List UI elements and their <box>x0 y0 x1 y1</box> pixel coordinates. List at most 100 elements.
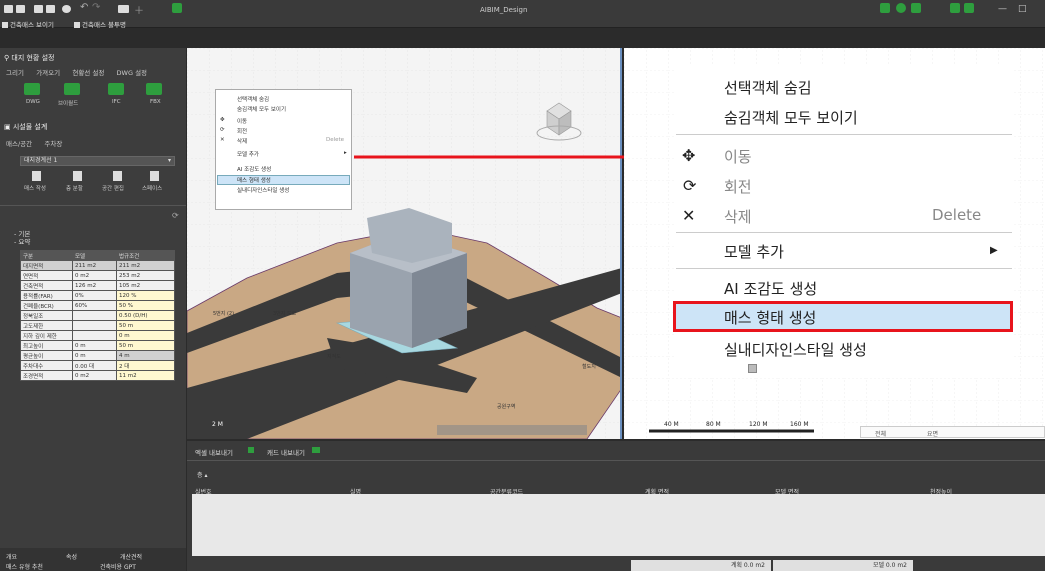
green-tool-icon-2[interactable] <box>896 3 906 13</box>
green-app-icon[interactable] <box>172 3 182 13</box>
table-row[interactable]: 주차대수 0.00 대2 대 <box>20 360 175 371</box>
table-row[interactable]: 대지면적 211 m2 211 m2 <box>20 260 175 271</box>
rule-value[interactable]: 11 m2 <box>116 370 175 381</box>
space-edit-icon[interactable] <box>113 171 122 181</box>
floor-split-icon[interactable] <box>73 171 82 181</box>
tab-parking[interactable]: 주차장 <box>44 140 62 148</box>
rule-value[interactable]: 0 m <box>116 330 175 341</box>
tab-overview[interactable]: 개요 <box>6 552 17 561</box>
refresh-icon[interactable]: ⟳ <box>172 211 179 220</box>
menu-item-add-model[interactable]: 모델 추가 <box>237 150 259 158</box>
mass-recommend-button[interactable]: 매스 유형 추천 <box>6 562 43 571</box>
checkbox-opaque-mass[interactable]: 건축매스 불투명 <box>74 19 126 29</box>
menu-item-move[interactable]: 이동 <box>237 117 247 125</box>
space-icon[interactable] <box>150 171 159 181</box>
cost-gpt-button[interactable]: 건축비용 GPT <box>100 562 136 571</box>
tab-draw[interactable]: 그리기 <box>6 69 24 77</box>
group-summary[interactable]: - 요약 <box>14 236 30 246</box>
mass-create-icon[interactable] <box>32 171 41 181</box>
dropdown-value: 대지경계선 1 <box>24 157 58 164</box>
site-setup-header[interactable]: ⚲ 대지 현황 설정 <box>4 53 54 63</box>
table-row[interactable]: 건폐율(BCR) 60% 50 % <box>20 300 175 311</box>
menu-item-mass-shape[interactable]: 매스 형태 생성 <box>724 307 816 328</box>
table-row[interactable]: 연면적 0 m2 253 m2 <box>20 270 175 281</box>
rule-value[interactable]: 50 % <box>116 300 175 311</box>
menu-item-add-model[interactable]: 모델 추가 <box>724 241 784 262</box>
row-label: 고도제한 <box>20 320 73 331</box>
add-icon[interactable]: ＋ <box>134 2 144 17</box>
boundary-dropdown[interactable]: 대지경계선 1 ▾ <box>20 156 175 166</box>
menu-item-rotate[interactable]: 회전 <box>724 176 752 197</box>
minimize-button[interactable]: — <box>998 4 1007 14</box>
tab-dwg[interactable]: DWG 설정 <box>117 69 148 77</box>
menu-item-move[interactable]: 이동 <box>724 146 752 167</box>
new-file-icon[interactable] <box>4 5 13 13</box>
model-value: 0% <box>72 290 117 301</box>
toolbar-all[interactable]: 전체 <box>875 429 886 438</box>
layout-icon[interactable] <box>118 5 129 13</box>
menu-item-show-all[interactable]: 숨김객체 모두 보이기 <box>237 105 286 113</box>
menu-item-rotate[interactable]: 회전 <box>237 127 247 135</box>
floor-filter[interactable]: 층 ▴ <box>197 470 207 479</box>
excel-export-tab[interactable]: 엑셀 내보내기 <box>195 447 233 457</box>
dwg-button[interactable] <box>24 83 40 95</box>
menu-item-show-all[interactable]: 숨김객체 모두 보이기 <box>724 107 858 128</box>
menu-item-ai-render[interactable]: AI 조감도 생성 <box>237 165 271 173</box>
menu-item-interior-style[interactable]: 실내디자인스타일 생성 <box>724 339 867 360</box>
menu-item-delete[interactable]: 삭제 <box>237 137 247 145</box>
room-grid[interactable] <box>192 494 1045 556</box>
model-value: 60% <box>72 300 117 311</box>
ifc-button[interactable] <box>108 83 124 95</box>
tab-properties[interactable]: 속성 <box>66 552 77 561</box>
toolbar-face[interactable]: 요면 <box>927 429 938 438</box>
viewport-toolbar[interactable] <box>437 425 587 435</box>
green-tool-icon-3[interactable] <box>911 3 921 13</box>
tab-estimate[interactable]: 개산견적 <box>120 552 142 561</box>
rule-value[interactable]: 120 % <box>116 290 175 301</box>
table-row[interactable]: 건축면적 126 m2 105 m2 <box>20 280 175 291</box>
fbx-button[interactable] <box>146 83 162 95</box>
account-icon[interactable] <box>964 3 974 13</box>
user-icon[interactable] <box>950 3 960 13</box>
group-summary-label: 요약 <box>18 238 31 246</box>
save-icon[interactable] <box>34 5 43 13</box>
menu-item-hide[interactable]: 선택객체 숨김 <box>724 77 812 98</box>
table-row[interactable]: 지하 깊이 제한 0 m <box>20 330 175 341</box>
submenu-arrow-icon: ▶ <box>990 245 998 256</box>
vworld-button[interactable] <box>64 83 80 95</box>
scale-tick: 40 M <box>664 421 679 428</box>
green-tool-icon-1[interactable] <box>880 3 890 13</box>
zoom-toolbar[interactable]: 전체 요면 <box>860 426 1045 438</box>
open-folder-icon[interactable] <box>16 5 25 13</box>
tab-mass-space[interactable]: 매스/공간 <box>6 140 32 148</box>
shortcut-label: Delete <box>326 137 345 143</box>
menu-item-hide[interactable]: 선택객체 숨김 <box>237 95 269 103</box>
menu-item-mass-shape[interactable]: 매스 형태 생성 <box>217 175 350 185</box>
rule-value[interactable]: 50 m <box>116 320 175 331</box>
save-as-icon[interactable] <box>46 5 55 13</box>
cad-export-tab[interactable]: 캐드 내보내기 <box>267 447 305 457</box>
menu-item-interior-style[interactable]: 실내디자인스타일 생성 <box>237 186 289 194</box>
table-row[interactable]: 정북일조 0.50 (D/H) <box>20 310 175 321</box>
rule-value[interactable]: 2 대 <box>116 360 175 371</box>
checkbox-show-mass[interactable]: 건축매스 보이기 <box>2 19 54 29</box>
facility-header[interactable]: ▣ 시설물 설계 <box>4 122 47 132</box>
rule-value[interactable]: 50 m <box>116 340 175 351</box>
table-row[interactable]: 평균높이 0 m4 m <box>20 350 175 361</box>
model-value: 0 m <box>72 350 117 361</box>
menu-item-delete[interactable]: 삭제 <box>724 206 752 227</box>
table-row[interactable]: 조경면적 0 m2 11 m2 <box>20 370 175 381</box>
undo-icon[interactable]: ↶ <box>80 2 88 13</box>
tab-import[interactable]: 가져오기 <box>36 69 60 77</box>
redo-icon[interactable]: ↷ <box>92 2 100 13</box>
table-row[interactable]: 용적률(FAR) 0% 120 % <box>20 290 175 301</box>
tab-status-line[interactable]: 현황선 설정 <box>72 69 104 77</box>
maximize-button[interactable]: □ <box>1018 4 1027 14</box>
cursor-marker <box>748 364 757 373</box>
table-row[interactable]: 고도제한 50 m <box>20 320 175 331</box>
settings-icon[interactable] <box>62 5 71 13</box>
rotate-icon: ⟳ <box>683 176 697 195</box>
table-row[interactable]: 최고높이 0 m 50 m <box>20 340 175 351</box>
menu-item-ai-render[interactable]: AI 조감도 생성 <box>724 278 817 299</box>
rule-value[interactable]: 0.50 (D/H) <box>116 310 175 321</box>
